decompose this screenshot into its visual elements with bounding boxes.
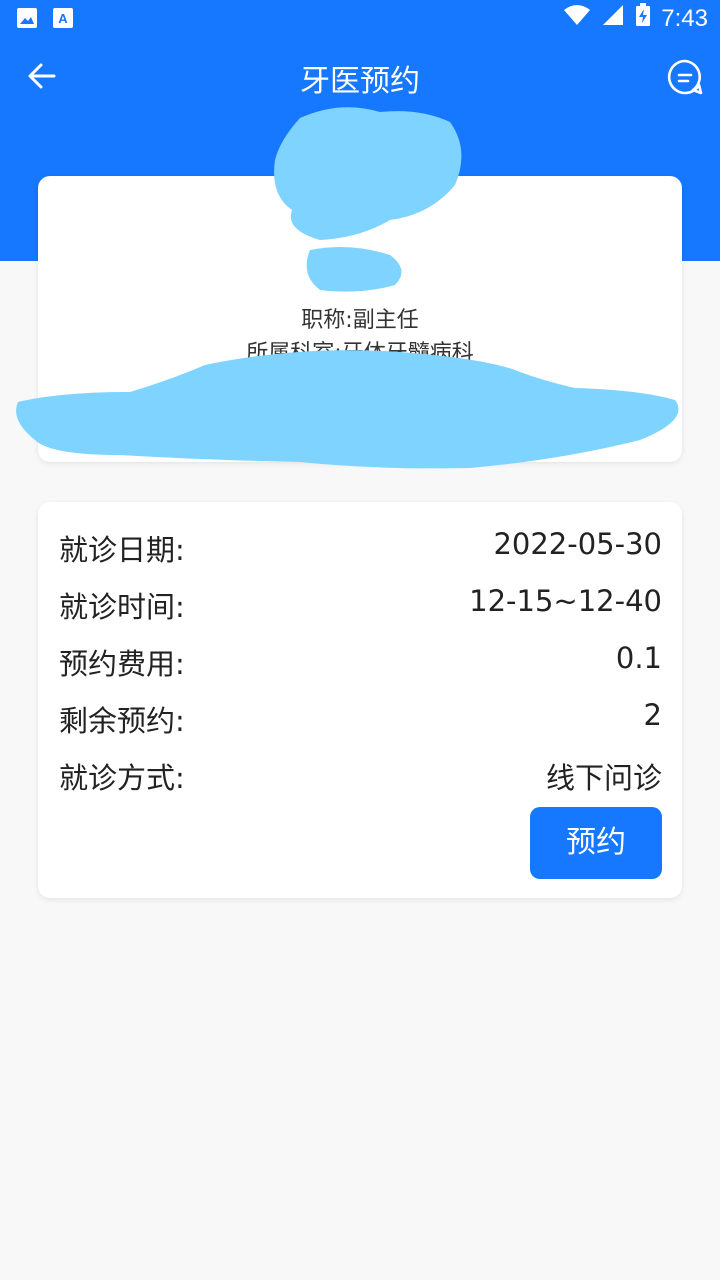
remaining-value: 2 [643,698,662,732]
visit-mode-value: 线下问诊 [545,761,662,795]
redaction-overlay [16,107,679,469]
visit-time-label: 就诊时间: [59,590,185,624]
remaining-row: 剩余预约: 2 [59,698,662,738]
book-button[interactable]: 预约 [530,807,662,879]
visit-date-row: 就诊日期: 2022-05-30 [59,527,662,567]
fee-row: 预约费用: 0.1 [59,641,662,681]
visit-date-value: 2022-05-30 [493,527,662,561]
visit-mode-label: 就诊方式: [59,761,185,795]
visit-mode-row: 就诊方式: 线下问诊 [59,755,662,795]
appointment-info-card: 就诊日期: 2022-05-30 就诊时间: 12-15~12-40 预约费用:… [38,502,682,898]
fee-label: 预约费用: [59,647,185,681]
remaining-label: 剩余预约: [59,704,185,738]
visit-date-label: 就诊日期: [59,533,185,567]
visit-time-row: 就诊时间: 12-15~12-40 [59,584,662,624]
visit-time-value: 12-15~12-40 [469,584,662,618]
fee-value: 0.1 [615,641,662,675]
